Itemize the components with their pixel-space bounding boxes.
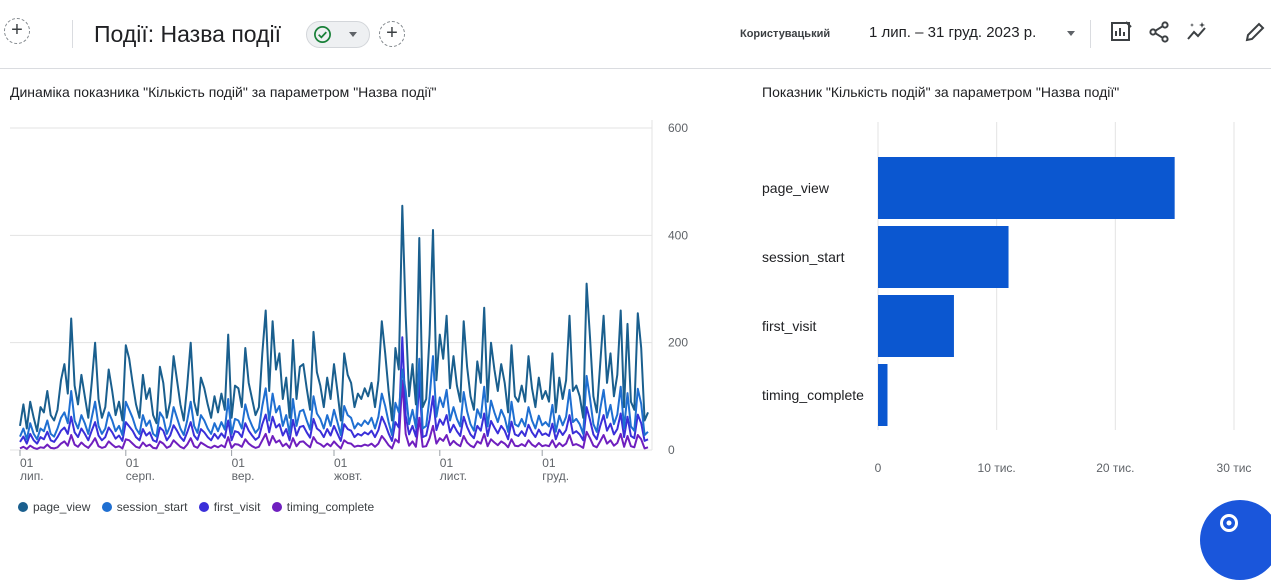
x-tick-label: 10 тис.: [978, 461, 1016, 475]
add-icon[interactable]: +: [4, 18, 30, 44]
y-tick-label: 400: [668, 228, 688, 242]
y-tick-label: 600: [668, 121, 688, 135]
x-tick-month: жовт.: [334, 469, 362, 483]
line-chart-title: Динаміка показника "Кількість подій" за …: [10, 84, 437, 100]
bar-timing-complete: [878, 364, 888, 426]
x-tick-month: серп.: [126, 469, 155, 483]
y-tick-label: 0: [668, 443, 675, 457]
x-tick-date: 01: [542, 456, 556, 470]
legend-dot: [271, 502, 282, 512]
date-range-picker[interactable]: 1 лип. – 31 груд. 2023 р.: [869, 24, 1036, 41]
x-tick-date: 01: [440, 456, 454, 470]
check-circle-icon: [314, 26, 331, 43]
series-line-page-view: [19, 204, 649, 433]
legend-dot: [101, 502, 112, 512]
settings-sparkle-icon: [1220, 514, 1238, 532]
bar-category-label: session_start: [762, 249, 845, 265]
page-title: Події: Назва події: [94, 21, 282, 47]
legend-dot: [198, 502, 209, 512]
x-tick-month: вер.: [232, 469, 255, 483]
share-icon[interactable]: [1147, 20, 1171, 44]
x-tick-month: лип.: [20, 469, 44, 483]
header-divider: [72, 20, 73, 48]
legend-label: session_start: [116, 500, 188, 514]
bar-category-label: timing_complete: [762, 387, 864, 403]
insights-icon[interactable]: [1185, 20, 1209, 44]
y-tick-label: 200: [668, 336, 688, 350]
legend-label: page_view: [33, 500, 91, 514]
line-chart: 020040060001лип.01серп.01вер.01жовт.01ли…: [10, 120, 688, 483]
toolbar-divider: [1090, 20, 1091, 48]
x-tick-date: 01: [334, 456, 348, 470]
x-tick-label: 0: [875, 461, 882, 475]
x-tick-date: 01: [20, 456, 34, 470]
legend-item-session-start[interactable]: session_start: [101, 500, 188, 514]
status-chip[interactable]: [306, 21, 370, 48]
bar-chart-title: Показник "Кількість подій" за параметром…: [762, 84, 1120, 100]
line-chart-legend: page_view session_start first_visit timi…: [18, 500, 382, 514]
legend-item-page-view[interactable]: page_view: [18, 500, 90, 514]
bar-category-label: first_visit: [762, 318, 817, 334]
legend-label: first_visit: [213, 500, 261, 514]
bar-first-visit: [878, 295, 954, 357]
report-header: + Події: Назва події + Користувацький 1 …: [0, 0, 1271, 69]
x-tick-month: груд.: [542, 469, 569, 483]
chevron-down-icon: [349, 32, 357, 37]
add-comparison-icon[interactable]: +: [379, 21, 405, 47]
bar-chart: 0 10 тис. 20 тис. 30 тис page_view session_st…: [762, 122, 1252, 475]
bar-category-label: page_view: [762, 180, 830, 196]
legend-label: timing_complete: [286, 500, 375, 514]
x-tick-date: 01: [232, 456, 246, 470]
x-tick-label: 20 тис.: [1096, 461, 1134, 475]
legend-item-timing-complete[interactable]: timing_complete: [271, 500, 375, 514]
comparison-label: Користувацький: [740, 28, 831, 40]
bar-session-start: [878, 226, 1009, 288]
legend-dot: [18, 502, 28, 512]
x-tick-label: 30 тис: [1217, 461, 1252, 475]
x-tick-date: 01: [126, 456, 140, 470]
customize-report-icon[interactable]: [1109, 20, 1133, 44]
edit-icon[interactable]: [1243, 20, 1267, 44]
legend-item-first-visit[interactable]: first_visit: [198, 500, 261, 514]
assistant-fab-button[interactable]: [1200, 500, 1271, 580]
bar-page-view: [878, 157, 1175, 219]
x-tick-month: лист.: [440, 469, 467, 483]
date-range-chevron-icon[interactable]: [1067, 31, 1075, 36]
